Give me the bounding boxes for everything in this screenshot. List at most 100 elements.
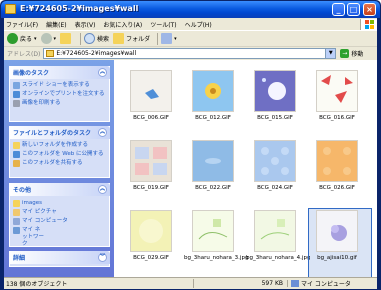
views-button[interactable]: ▾ [161,33,177,44]
minimize-button[interactable]: _ [332,3,345,16]
thumbnail[interactable] [254,140,296,182]
task-publish-web[interactable]: このフォルダを Web に公開する [10,150,109,159]
menu-help[interactable]: ヘルプ(H) [185,20,212,29]
thumbnail[interactable] [192,210,234,252]
menu-tools[interactable]: ツール(T) [150,20,176,29]
file-name: BCG_015.GIF [257,115,293,121]
thumbnail[interactable] [130,70,172,112]
file-name: BCG_026.GIF [319,185,355,191]
menu-bar: ファイル(F) 編集(E) 表示(V) お気に入り(A) ツール(T) ヘルプ(… [4,18,377,30]
folders-icon [113,33,125,44]
hydrangea-icon [317,211,357,251]
forward-arrow-icon [40,33,52,44]
watermelon-icon [317,71,357,111]
new-folder-icon [13,142,20,149]
task-order-prints[interactable]: オンラインでプリントを注文する [10,90,109,99]
thumbnail[interactable] [254,70,296,112]
back-button[interactable]: 戻る ▾ [7,33,37,44]
window-title: E:¥724605-2¥images¥wall [20,4,139,13]
status-bar: 138 個のオブジェクト 597 KB マイ コンピュータ [4,277,377,289]
panel-title: 詳細 [13,255,26,262]
panel-header[interactable]: 画像のタスク ︽ [9,66,110,79]
file-name: bg_3haru_nohara_3.jpg [184,255,249,261]
thumbnail-selected[interactable] [316,210,358,252]
chevron-down-icon[interactable]: ▼ [325,49,336,58]
place-my-computer[interactable]: マイ コンピュータ [10,217,109,226]
address-label: アドレス(D) [7,51,41,58]
task-label: オンラインでプリントを注文する [22,91,105,97]
file-name: BCG_006.GIF [133,115,169,121]
place-my-network[interactable]: マイ ネットワーク [10,226,109,249]
object-count: 138 個のオブジェクト [4,279,194,288]
panel-title: その他 [13,187,32,194]
menu-favorites[interactable]: お気に入り(A) [103,20,142,29]
folders-button[interactable]: フォルダ [113,33,150,44]
my-network-icon [13,227,20,234]
thumbnail[interactable] [192,140,234,182]
thumbnail[interactable] [254,210,296,252]
file-name: bg_ajisai10.gif [317,255,357,261]
maximize-button[interactable]: □ [347,3,360,16]
up-folder-icon [60,33,72,44]
file-name: BCG_022.GIF [195,185,231,191]
collapse-icon[interactable]: ︽ [98,68,107,77]
task-print[interactable]: 画像を印刷する [10,99,109,108]
title-bar[interactable]: E:¥724605-2¥images¥wall _ □ × [1,1,380,18]
forward-button[interactable]: ▾ [40,33,56,44]
folders-label: フォルダ [126,36,151,43]
sunflower-icon [193,71,233,111]
go-button[interactable]: → 移動 [340,49,363,58]
chevron-down-icon: ▾ [34,35,37,42]
file-name: bg_3haru_nohara_4.jpg [246,255,311,261]
meadow-motif-icon [193,211,233,251]
place-images[interactable]: images [10,199,109,208]
place-label: マイ コンピュータ [22,218,68,224]
location-indicator: マイ コンピュータ [288,279,351,288]
file-name: BCG_019.GIF [133,185,169,191]
address-input[interactable]: E:¥724605-2¥images¥wall ▼ [43,48,337,59]
panel-header[interactable]: ファイルとフォルダのタスク ︽ [9,126,110,139]
search-button[interactable]: 検索 [84,33,109,44]
task-label: このフォルダを共有する [22,160,83,166]
thumbnail[interactable] [192,70,234,112]
close-button[interactable]: × [363,3,376,16]
other-places-panel: その他 ︽ images マイ ピクチャ マイ コンピュータ マイ ネットワーク [9,183,110,247]
up-folder-button[interactable] [60,33,73,44]
yellow-texture-icon [131,211,171,251]
task-label: 画像を印刷する [22,100,61,106]
file-view[interactable]: BCG_006.GIF BCG_012.GIF BCG_015.GIF BCG_… [114,60,377,277]
pattern-motif-icon [255,141,295,181]
panel-header[interactable]: その他 ︽ [9,183,110,196]
task-new-folder[interactable]: 新しいフォルダを作成する [10,141,109,150]
my-pictures-icon [13,209,20,216]
task-pane: 画像のタスク ︽ スライド ショーを表示する オンラインでプリントを注文する 画… [4,60,114,277]
collapse-icon[interactable]: ︽ [98,128,107,137]
thumbnail[interactable] [316,140,358,182]
task-share-folder[interactable]: このフォルダを共有する [10,159,109,168]
folder-icon [13,200,20,207]
collapse-icon[interactable]: ︽ [98,185,107,194]
task-slideshow[interactable]: スライド ショーを表示する [10,81,109,90]
panel-title: 画像のタスク [13,70,50,77]
expand-icon[interactable]: ︾ [98,253,107,262]
thumbnail[interactable] [316,70,358,112]
go-arrow-icon: → [340,49,350,58]
thumbnail[interactable] [130,140,172,182]
menu-view[interactable]: 表示(V) [75,20,96,29]
file-name: BCG_024.GIF [257,185,293,191]
toolbar-separator [157,32,159,45]
cloud-motif-icon [193,141,233,181]
menu-file[interactable]: ファイル(F) [6,20,38,29]
menu-edit[interactable]: 編集(E) [46,20,66,29]
panel-title: ファイルとフォルダのタスク [13,130,92,137]
web-publish-icon [13,151,20,158]
panel-header[interactable]: 詳細 ︾ [9,251,110,264]
thumbnail[interactable] [130,210,172,252]
meadow-motif-icon [255,211,295,251]
explorer-window: E:¥724605-2¥images¥wall _ □ × ファイル(F) 編集… [0,0,381,290]
windows-logo-icon [360,18,377,30]
place-label: images [22,200,42,206]
place-my-pictures[interactable]: マイ ピクチャ [10,208,109,217]
location-label: マイ コンピュータ [301,281,351,288]
views-icon [161,33,173,44]
